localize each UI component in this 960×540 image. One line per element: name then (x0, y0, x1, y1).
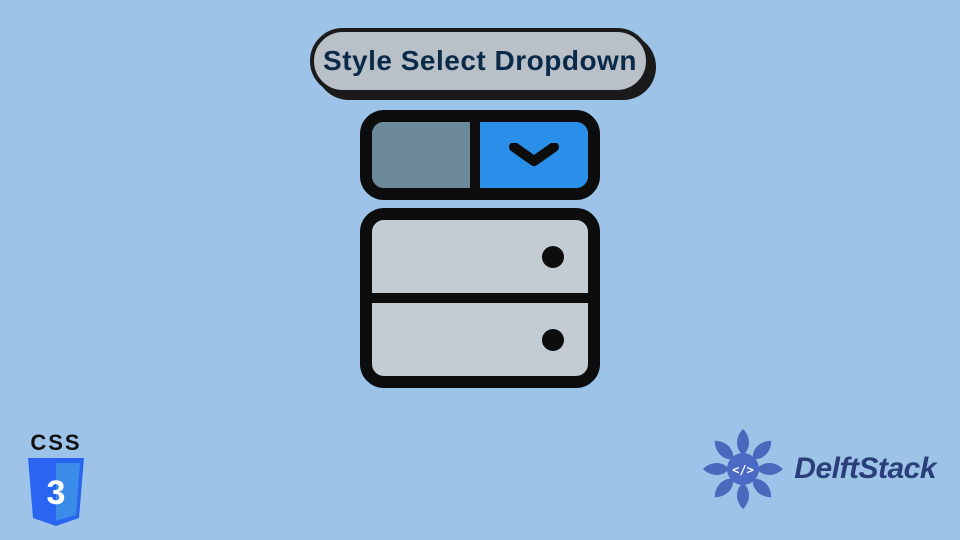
chevron-down-icon (508, 143, 560, 167)
select-value-area (372, 122, 480, 188)
brand-logo: </> DelftStack (700, 426, 936, 512)
page-title: Style Select Dropdown (323, 45, 637, 77)
title-pill: Style Select Dropdown (310, 28, 650, 94)
title-container: Style Select Dropdown (310, 28, 650, 94)
mandala-icon: </> (700, 426, 786, 512)
css3-version: 3 (47, 474, 66, 512)
options-list (360, 208, 600, 388)
dot-icon (542, 329, 564, 351)
select-box (360, 110, 600, 200)
list-item (372, 303, 588, 376)
dot-icon (542, 246, 564, 268)
css3-label: CSS (20, 430, 92, 456)
css3-badge: CSS 3 (20, 430, 92, 522)
brand-name: DelftStack (794, 452, 936, 486)
dropdown-illustration (360, 110, 600, 388)
list-item (372, 220, 588, 303)
select-arrow-area (480, 122, 588, 188)
css3-shield-icon: 3 (24, 458, 88, 530)
svg-text:</>: </> (732, 463, 754, 477)
